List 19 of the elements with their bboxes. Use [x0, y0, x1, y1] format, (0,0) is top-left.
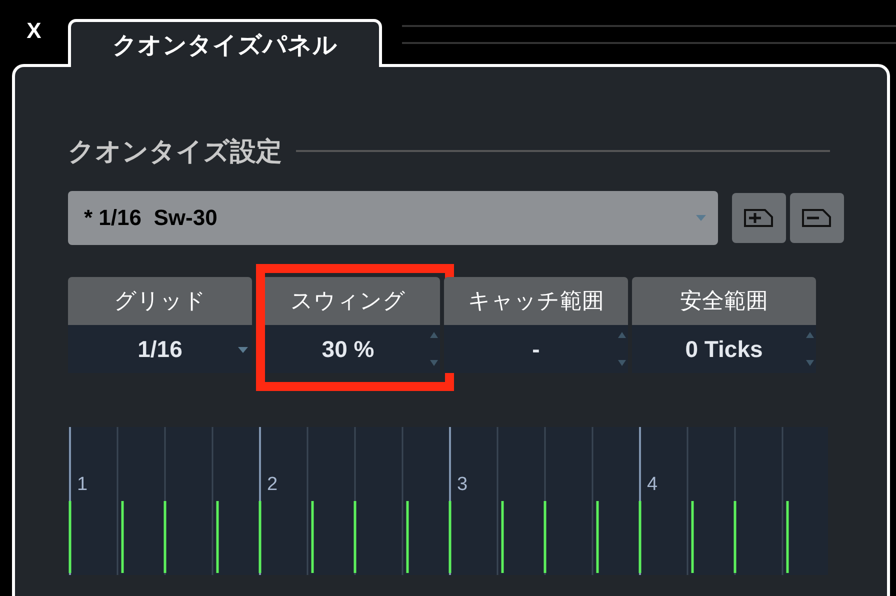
value-field[interactable]: -	[444, 325, 628, 373]
add-document-icon	[744, 209, 774, 227]
preset-dropdown[interactable]: * 1/16 Sw-30	[68, 191, 718, 245]
spinner-icon	[430, 332, 438, 366]
close-tab[interactable]: X	[0, 18, 68, 64]
remove-preset-button[interactable]	[790, 193, 844, 243]
panel-tab[interactable]: クオンタイズパネル	[68, 19, 382, 67]
column-header: 安全範囲	[632, 277, 816, 325]
remove-document-icon	[802, 209, 832, 227]
caret-icon	[696, 215, 706, 221]
add-preset-button[interactable]	[732, 193, 786, 243]
column-header: グリッド	[68, 277, 252, 325]
section-title: クオンタイズ設定	[68, 136, 282, 168]
value-field[interactable]: 0 Ticks	[632, 325, 816, 373]
caret-icon	[238, 347, 248, 353]
column-header: キャッチ範囲	[444, 277, 628, 325]
value-field[interactable]: 1/16	[68, 325, 252, 373]
spinner-icon	[806, 332, 814, 366]
spinner-icon	[618, 332, 626, 366]
